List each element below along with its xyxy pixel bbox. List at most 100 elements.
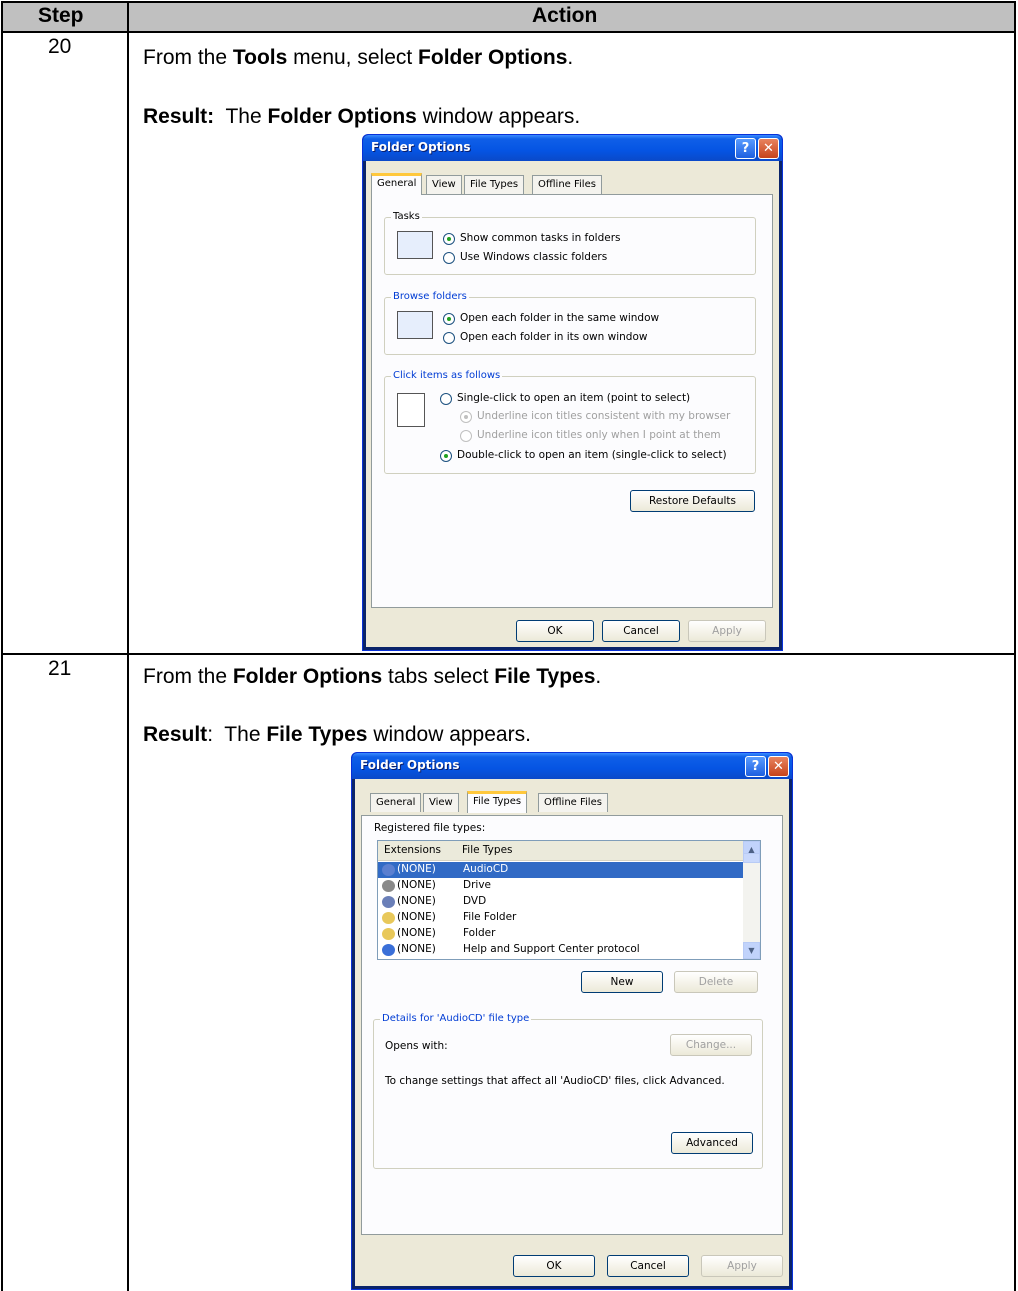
delete-button[interactable]: Delete	[674, 971, 758, 993]
scroll-down-icon[interactable]: ▼	[743, 942, 760, 959]
close-button[interactable]: ✕	[768, 756, 789, 777]
radio-icon	[443, 332, 455, 344]
bold-run: File Types	[266, 723, 368, 746]
browse-folders-group: Browse folders Open each folder in the s…	[384, 291, 756, 355]
tab-view[interactable]: View	[423, 793, 459, 812]
tab-view[interactable]: View	[426, 175, 462, 194]
radio-label: Underline icon titles only when I point …	[477, 429, 721, 441]
bold-run: File Types	[494, 665, 596, 688]
browse-group-title: Browse folders	[391, 291, 469, 302]
browse-illustration-icon	[397, 311, 433, 339]
list-item[interactable]: (NONE) AudioCD	[378, 862, 743, 878]
file-type-icon	[382, 880, 395, 892]
file-types-list[interactable]: Extensions File Types (NONE) AudioCD (NONE…	[377, 840, 761, 960]
list-item-extension: (NONE)	[397, 927, 436, 939]
list-item-extension: (NONE)	[397, 895, 436, 907]
restore-defaults-button[interactable]: Restore Defaults	[630, 490, 755, 512]
column-extensions[interactable]: Extensions	[384, 844, 441, 856]
click-group-title: Click items as follows	[391, 370, 503, 381]
apply-button[interactable]: Apply	[701, 1255, 783, 1277]
apply-button[interactable]: Apply	[688, 620, 766, 642]
help-button[interactable]: ?	[735, 138, 756, 159]
table-column-divider	[127, 1, 129, 1291]
help-button[interactable]: ?	[745, 756, 766, 777]
radio-selected-icon	[443, 313, 455, 325]
list-item-type: Drive	[463, 879, 491, 891]
list-item[interactable]: (NONE) File Folder	[378, 910, 743, 926]
tab-offline-files[interactable]: Offline Files	[538, 793, 608, 812]
change-button[interactable]: Change...	[670, 1034, 752, 1056]
dialog-titlebar: Folder Options ? ✕	[352, 753, 792, 779]
list-item-extension: (NONE)	[397, 943, 436, 955]
details-group-title: Details for 'AudioCD' file type	[380, 1013, 532, 1024]
file-type-icon	[382, 912, 395, 924]
text-run: window appears.	[367, 723, 531, 746]
file-type-icon	[382, 944, 395, 956]
step-20-instruction: From the Tools menu, select Folder Optio…	[143, 46, 573, 70]
bold-run: Folder Options	[418, 46, 568, 69]
list-item[interactable]: (NONE) Internet Shortcut	[378, 958, 743, 959]
radio-icon	[460, 430, 472, 442]
cancel-button[interactable]: Cancel	[607, 1255, 689, 1277]
bold-run: Result:	[143, 105, 215, 128]
text-run: .	[595, 665, 602, 688]
list-item[interactable]: (NONE) Folder	[378, 926, 743, 942]
list-item[interactable]: (NONE) Help and Support Center protocol	[378, 942, 743, 958]
ok-button[interactable]: OK	[513, 1255, 595, 1277]
tab-general[interactable]: General	[371, 173, 423, 195]
tab-file-types[interactable]: File Types	[467, 791, 528, 813]
text-run: From the	[143, 46, 233, 69]
file-type-icon	[382, 896, 395, 908]
step-21-result: Result: The File Types window appears.	[143, 723, 531, 747]
text-run: : The	[207, 723, 267, 746]
file-type-icon	[382, 864, 395, 876]
tasks-illustration-icon	[397, 231, 433, 259]
list-scrollbar[interactable]: ▲ ▼	[743, 841, 760, 959]
tab-general[interactable]: General	[370, 793, 422, 812]
cancel-button[interactable]: Cancel	[602, 620, 680, 642]
step-21-instruction: From the Folder Options tabs select File…	[143, 665, 601, 689]
tasks-group-title: Tasks	[391, 211, 422, 222]
advanced-button[interactable]: Advanced	[671, 1132, 753, 1154]
bold-run: Folder Options	[232, 665, 383, 688]
ok-button[interactable]: OK	[516, 620, 594, 642]
column-file-types[interactable]: File Types	[462, 844, 513, 856]
dialog-body: General View File Types Offline Files Re…	[355, 779, 789, 1286]
radio-label: Use Windows classic folders	[460, 251, 608, 263]
dialog-body: General View File Types Offline Files Ta…	[366, 161, 779, 647]
file-type-icon	[382, 928, 395, 940]
folder-options-dialog-file-types: Folder Options ? ✕ General View File Typ…	[351, 752, 793, 1290]
header-step: Step	[38, 4, 84, 27]
general-tab-panel: Tasks Show common tasks in folders Use W…	[371, 194, 773, 608]
scroll-thumb[interactable]	[743, 853, 760, 863]
text-run: The	[214, 105, 268, 128]
radio-label: Show common tasks in folders	[460, 232, 621, 244]
table-row-divider	[1, 653, 1016, 655]
list-item-type: Help and Support Center protocol	[463, 943, 640, 955]
radio-selected-icon	[443, 233, 455, 245]
radio-icon	[443, 252, 455, 264]
radio-selected-icon	[440, 450, 452, 462]
list-item-type: Folder	[463, 927, 496, 939]
list-item[interactable]: (NONE) Drive	[378, 878, 743, 894]
details-group: Details for 'AudioCD' file type Opens wi…	[373, 1013, 763, 1169]
list-item-extension: (NONE)	[397, 911, 436, 923]
table-border-top	[1, 1, 1016, 3]
table-header-background	[2, 2, 1015, 31]
dialog-titlebar: Folder Options ? ✕	[363, 135, 782, 161]
header-action: Action	[532, 4, 598, 27]
new-button[interactable]: New	[581, 971, 663, 993]
list-header: Extensions File Types	[378, 841, 743, 861]
change-settings-info: To change settings that affect all 'Audi…	[385, 1075, 725, 1087]
folder-options-dialog-general: Folder Options ? ✕ General View File Typ…	[362, 134, 783, 651]
step-number-20: 20	[48, 35, 72, 58]
dialog-title: Folder Options	[360, 758, 460, 772]
list-item-type: AudioCD	[463, 863, 509, 875]
tasks-group: Tasks Show common tasks in folders Use W…	[384, 211, 756, 275]
tab-offline-files[interactable]: Offline Files	[532, 175, 602, 194]
list-item[interactable]: (NONE) DVD	[378, 894, 743, 910]
click-items-group: Click items as follows Single-click to o…	[384, 370, 756, 474]
text-run: tabs select	[382, 665, 495, 688]
tab-file-types[interactable]: File Types	[464, 175, 525, 194]
close-button[interactable]: ✕	[758, 138, 779, 159]
